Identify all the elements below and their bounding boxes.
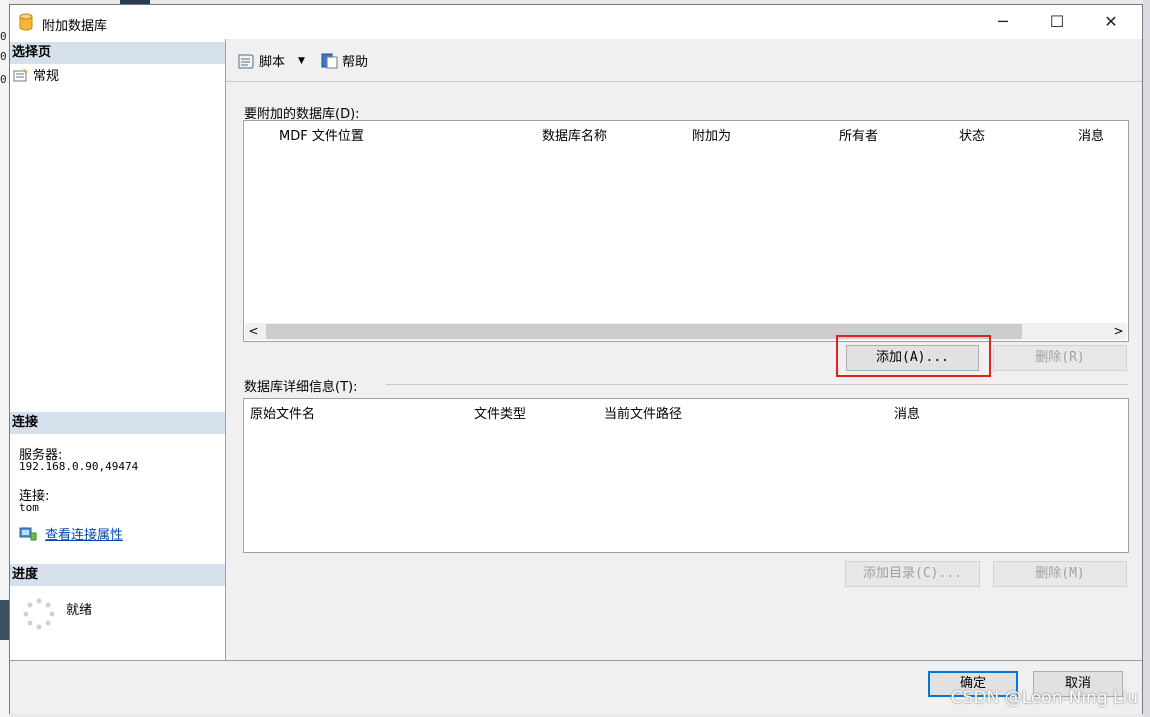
remove-file-button[interactable]: 删除(M) (993, 561, 1127, 587)
connection-properties-icon (19, 527, 37, 540)
column-header[interactable]: 文件类型 (474, 403, 526, 422)
sidebar: 选择页 常规 连接 服务器: 192.168.0.90,49474 连接: to… (10, 39, 226, 660)
column-header[interactable]: MDF 文件位置 (279, 125, 364, 144)
connection-value: tom (19, 501, 39, 514)
progress-status: 就绪 (66, 603, 93, 618)
select-page-header: 选择页 (10, 42, 225, 64)
attach-database-dialog: 附加数据库 ─ ☐ ✕ 选择页 常规 连接 服务器: 192.168.0.90,… (9, 4, 1143, 714)
help-button[interactable]: 帮助 (321, 51, 368, 70)
scroll-right-icon[interactable]: > (1110, 323, 1127, 340)
sidebar-item-label: 常规 (33, 69, 60, 84)
title-bar[interactable]: 附加数据库 ─ ☐ ✕ (10, 5, 1142, 39)
database-details-grid[interactable]: 原始文件名 文件类型 当前文件路径 消息 (243, 398, 1129, 553)
script-button[interactable]: 脚本 ▼ (236, 51, 305, 70)
toolbar: 脚本 ▼ 帮助 (226, 39, 1142, 82)
view-connection-properties[interactable]: 查看连接属性 (19, 524, 123, 543)
progress-header: 进度 (10, 564, 225, 586)
column-header[interactable]: 原始文件名 (250, 403, 315, 422)
add-catalog-button[interactable]: 添加目录(C)... (845, 561, 980, 587)
sidebar-item-general[interactable]: 常规 (13, 65, 59, 84)
progress-spinner-icon (23, 598, 55, 630)
column-header[interactable]: 数据库名称 (542, 125, 607, 144)
dialog-footer: 确定 取消 CSDN @Leon-Ning Liu (10, 660, 1142, 714)
group-divider (386, 384, 1128, 385)
close-button[interactable]: ✕ (1088, 5, 1134, 39)
window-title: 附加数据库 (42, 19, 108, 34)
add-database-button[interactable]: 添加(A)... (846, 345, 979, 371)
general-page-icon (13, 67, 28, 81)
view-connection-properties-link[interactable]: 查看连接属性 (45, 524, 123, 543)
help-icon (321, 53, 338, 68)
chevron-down-icon[interactable]: ▼ (298, 56, 305, 66)
column-header[interactable]: 消息 (894, 403, 920, 422)
attach-databases-grid[interactable]: MDF 文件位置 数据库名称 附加为 所有者 状态 消息 < > (243, 120, 1129, 342)
column-header[interactable]: 状态 (959, 125, 985, 144)
help-label: 帮助 (342, 55, 369, 70)
watermark: CSDN @Leon-Ning Liu (950, 688, 1138, 708)
remove-database-button[interactable]: 删除(R) (993, 345, 1127, 371)
database-icon (19, 13, 33, 31)
server-value: 192.168.0.90,49474 (19, 460, 139, 473)
background-text: 0 (0, 30, 7, 43)
connection-header: 连接 (10, 412, 225, 434)
horizontal-scrollbar[interactable]: < > (245, 323, 1127, 340)
background-app-bar (0, 600, 9, 640)
column-header[interactable]: 消息 (1078, 125, 1104, 144)
database-details-label: 数据库详细信息(T): (244, 380, 358, 395)
minimize-icon: ─ (998, 12, 1008, 31)
background-text: 0 (0, 50, 7, 63)
close-icon: ✕ (1104, 12, 1118, 31)
maximize-icon: ☐ (1049, 12, 1065, 31)
minimize-button[interactable]: ─ (980, 5, 1026, 39)
script-label: 脚本 (259, 55, 286, 70)
column-header[interactable]: 所有者 (839, 125, 878, 144)
scroll-left-icon[interactable]: < (245, 323, 262, 340)
maximize-button[interactable]: ☐ (1034, 5, 1080, 39)
background-app-right (1143, 0, 1150, 717)
main-panel: 脚本 ▼ 帮助 要附加的数据库(D): MDF 文件位置 数据库名称 附加为 所… (226, 39, 1142, 660)
script-icon (238, 54, 254, 68)
column-header[interactable]: 当前文件路径 (604, 403, 682, 422)
column-header[interactable]: 附加为 (692, 125, 731, 144)
background-text: 0 (0, 73, 7, 86)
